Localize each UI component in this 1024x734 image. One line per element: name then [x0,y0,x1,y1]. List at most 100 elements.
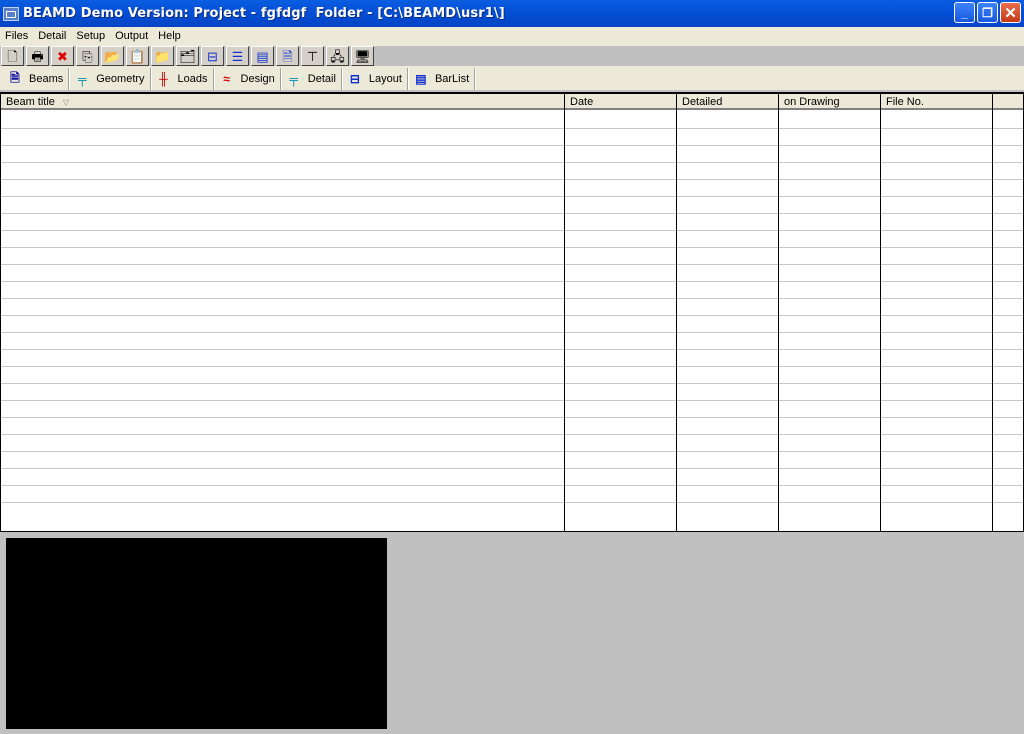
column-header-file-no[interactable]: File No. [881,94,993,110]
table-row[interactable] [1,486,1023,503]
window-title: BEAMD Demo Version: Project - fgfdgf Fol… [23,6,505,21]
folder-icon: 📁 [154,48,171,64]
document-icon: 🗎 [282,48,293,64]
barlist-icon: ▤ [256,48,269,64]
toolbar-button-copy[interactable]: ⎘ [76,46,99,66]
loads-icon: ╫ [159,72,168,86]
table-row[interactable] [1,367,1023,384]
toolbar-button-new[interactable]: 🗋 [1,46,24,66]
close-button[interactable]: ✕ [1000,2,1021,23]
design-icon: ≈ [223,72,230,86]
minimize-button[interactable]: _ [954,2,975,23]
toolbar-button-geometry[interactable]: ☰ [226,46,249,66]
tab-geometry[interactable]: ╤ Geometry [69,68,151,90]
column-header-beam-title[interactable]: Beam title ▽ [1,94,565,110]
toolbar-button-layout[interactable]: ⊟ [201,46,224,66]
beams-icon: 🗎 [10,70,20,85]
toolbar-button-section[interactable]: ⊤ [301,46,324,66]
table-row[interactable] [1,112,1023,129]
menu-setup[interactable]: Setup [71,30,110,42]
table-row[interactable] [1,146,1023,163]
toolbar-button-print[interactable]: 🖶 [26,46,49,66]
column-header-on-drawing[interactable]: on Drawing [779,94,881,110]
menu-files[interactable]: Files [0,30,33,42]
paste-icon: 📋 [129,48,146,64]
toolbar-button-network[interactable]: 🖧 [326,46,349,66]
sort-icon[interactable]: ▽ [63,98,69,107]
menu-output[interactable]: Output [110,30,153,42]
tab-label: Loads [177,73,208,85]
table-row[interactable] [1,231,1023,248]
beams-table: Beam title ▽ Date Detailed on Drawing Fi… [0,92,1024,532]
preview-panel [6,538,387,729]
column-divider [564,94,565,531]
layout-icon: ⊟ [349,72,360,86]
table-row[interactable] [1,333,1023,350]
restore-button[interactable]: ❐ [977,2,998,23]
tab-detail[interactable]: ╤ Detail [281,68,342,90]
tab-label: Detail [307,73,336,85]
folder-export-icon: 📂 [104,48,121,64]
toolbar-button-document[interactable]: 🗎 [276,46,299,66]
tab-barlist[interactable]: ▤ BarList [408,68,476,90]
geometry-icon: ☰ [231,48,244,64]
delete-icon: ✖ [57,48,68,64]
table-row[interactable] [1,418,1023,435]
column-header-blank [993,94,1023,110]
toolbar-button-paste[interactable]: 📋 [126,46,149,66]
column-divider [676,94,677,531]
table-row[interactable] [1,316,1023,333]
detail-icon: ╤ [289,72,299,86]
menu-help[interactable]: Help [153,30,186,42]
toolbar-button-folder-export[interactable]: 📂 [101,46,124,66]
column-header-date[interactable]: Date [565,94,677,110]
title-bar: BEAMD Demo Version: Project - fgfdgf Fol… [0,0,1024,27]
table-row[interactable] [1,129,1023,146]
table-row[interactable] [1,401,1023,418]
tab-label: Design [240,73,275,85]
column-label: Beam title [6,96,55,108]
tab-beams[interactable]: 🗎 Beams [2,68,70,90]
barlist-icon: ▤ [415,72,427,86]
column-header-detailed[interactable]: Detailed [677,94,779,110]
table-row[interactable] [1,163,1023,180]
toolbar-button-folder-open[interactable]: 🗂 [176,46,199,66]
table-row[interactable] [1,452,1023,469]
table-row[interactable] [1,282,1023,299]
table-row[interactable] [1,248,1023,265]
geometry-icon: ╤ [77,72,87,86]
tab-label: BarList [434,73,470,85]
table-header: Beam title ▽ Date Detailed on Drawing Fi… [1,94,1023,110]
column-divider [880,94,881,531]
tab-label: Layout [368,73,402,85]
toolbar-button-barlist[interactable]: ▤ [251,46,274,66]
table-row[interactable] [1,180,1023,197]
table-row[interactable] [1,469,1023,486]
print-icon: 🖶 [31,48,44,64]
table-row[interactable] [1,384,1023,401]
tab-design[interactable]: ≈ Design [214,68,281,90]
table-row[interactable] [1,350,1023,367]
menu-bar: Files Detail Setup Output Help [0,27,1024,45]
toolbar-button-folder[interactable]: 📁 [151,46,174,66]
layout-icon: ⊟ [207,48,218,64]
toolbar: 🗋 🖶 ✖ ⎘ 📂 📋 📁 🗂 ⊟ ☰ ▤ 🗎 ⊤ 🖧 🖥 [0,45,1024,66]
table-row[interactable] [1,435,1023,452]
toolbar-button-delete[interactable]: ✖ [51,46,74,66]
app-icon [3,6,19,21]
tab-label: Geometry [96,73,145,85]
table-row[interactable] [1,299,1023,316]
table-row[interactable] [1,214,1023,231]
table-row[interactable] [1,265,1023,282]
menu-detail[interactable]: Detail [33,30,71,42]
toolbar-button-monitor[interactable]: 🖥 [351,46,374,66]
column-divider [992,94,993,531]
monitor-icon: 🖥 [354,48,371,64]
tab-layout[interactable]: ⊟ Layout [342,68,408,90]
tab-loads[interactable]: ╫ Loads [151,68,214,90]
table-row[interactable] [1,197,1023,214]
network-icon: 🖧 [330,48,345,64]
tab-strip: 🗎 Beams ╤ Geometry ╫ Loads ≈ Design ╤ Detail ⊟ Layo… [0,66,1024,90]
table-body [1,112,1023,503]
folder-open-icon: 🗂 [179,48,196,64]
